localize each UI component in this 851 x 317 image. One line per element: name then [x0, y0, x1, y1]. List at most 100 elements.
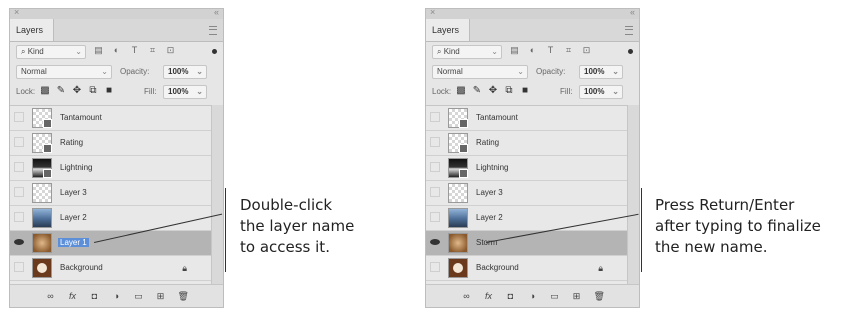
scrollbar[interactable] — [211, 105, 223, 285]
layer-row[interactable]: Rating — [426, 131, 627, 156]
layer-row-selected[interactable]: Layer 1 — [10, 231, 211, 256]
close-icon[interactable]: × — [14, 7, 19, 17]
type-filter-icon[interactable]: T — [130, 45, 139, 55]
close-icon[interactable]: × — [430, 7, 435, 17]
layer-name[interactable]: Lightning — [60, 163, 92, 172]
layer-thumbnail — [448, 158, 468, 178]
lock-artboard-icon[interactable]: ⧉ — [88, 85, 98, 97]
new-layer-icon[interactable]: ⊞ — [572, 291, 582, 301]
visibility-toggle[interactable] — [14, 187, 24, 197]
panel-menu-icon[interactable] — [209, 26, 217, 35]
filter-toggle-icon[interactable] — [212, 49, 217, 54]
lock-artboard-icon[interactable]: ⧉ — [504, 85, 514, 97]
layer-row[interactable]: Background 🔒︎ — [426, 256, 627, 281]
visibility-toggle[interactable] — [430, 162, 440, 172]
lock-move-icon[interactable]: ✥ — [72, 85, 82, 97]
add-mask-icon[interactable]: ◘ — [506, 291, 516, 301]
lock-brush-icon[interactable]: ✎ — [56, 85, 66, 97]
visibility-toggle[interactable] — [430, 187, 440, 197]
layer-row[interactable]: Tantamount — [426, 106, 627, 131]
new-group-icon[interactable]: ▭ — [550, 291, 560, 301]
blend-mode-select[interactable]: Normal ⌄ — [16, 65, 112, 79]
layer-name[interactable]: Lightning — [476, 163, 508, 172]
visibility-toggle[interactable] — [14, 262, 24, 272]
layer-name-edit-field[interactable]: Layer 1 — [58, 238, 89, 247]
tab-layers[interactable]: Layers — [426, 19, 470, 41]
filter-kind-select[interactable]: ⌕ Kind ⌄ — [432, 45, 502, 59]
shape-filter-icon[interactable]: ⌗ — [148, 45, 157, 55]
scrollbar[interactable] — [627, 105, 639, 285]
collapse-icon[interactable]: « — [630, 7, 635, 17]
lock-all-icon[interactable]: ■ — [520, 85, 530, 97]
layer-row[interactable]: Layer 2 — [10, 206, 211, 231]
layer-row[interactable]: Layer 3 — [10, 181, 211, 206]
layer-row[interactable]: Tantamount — [10, 106, 211, 131]
lock-all-icon[interactable]: ■ — [104, 85, 114, 97]
link-layers-icon[interactable]: ∞ — [462, 291, 472, 301]
layer-name[interactable]: Layer 2 — [476, 213, 503, 222]
fill-field[interactable]: 100% ⌄ — [579, 85, 623, 99]
visibility-toggle[interactable] — [430, 262, 440, 272]
layer-name[interactable]: Rating — [60, 138, 83, 147]
visibility-toggle[interactable] — [430, 112, 440, 122]
blend-row: Normal ⌄ Opacity: 100% ⌄ — [426, 62, 639, 82]
layer-name[interactable]: Tantamount — [60, 113, 102, 122]
adjustment-filter-icon[interactable]: ◐ — [112, 45, 121, 55]
trash-icon[interactable]: 🗑︎ — [594, 291, 605, 301]
trash-icon[interactable]: 🗑︎ — [178, 291, 189, 301]
lock-transparency-icon[interactable]: ▩ — [40, 85, 50, 97]
panel-title-bar: × « — [426, 7, 639, 19]
filter-toggle-icon[interactable] — [628, 49, 633, 54]
lock-transparency-icon[interactable]: ▩ — [456, 85, 466, 97]
layer-name[interactable]: Background — [476, 263, 519, 272]
adjustment-layer-icon[interactable]: ◑ — [112, 291, 122, 301]
layer-name[interactable]: Layer 2 — [60, 213, 87, 222]
layer-row[interactable]: Background 🔒︎ — [10, 256, 211, 281]
lock-brush-icon[interactable]: ✎ — [472, 85, 482, 97]
layer-row[interactable]: Lightning — [426, 156, 627, 181]
adjustment-filter-icon[interactable]: ◐ — [528, 45, 537, 55]
link-layers-icon[interactable]: ∞ — [46, 291, 56, 301]
layer-name[interactable]: Background — [60, 263, 103, 272]
visibility-toggle[interactable] — [14, 112, 24, 122]
layer-row[interactable]: Lightning — [10, 156, 211, 181]
shape-filter-icon[interactable]: ⌗ — [564, 45, 573, 55]
pixel-filter-icon[interactable]: ▤ — [510, 45, 519, 55]
visibility-toggle[interactable] — [430, 212, 440, 222]
visibility-toggle[interactable] — [14, 162, 24, 172]
type-filter-icon[interactable]: T — [546, 45, 555, 55]
filter-kind-select[interactable]: ⌕ Kind ⌄ — [16, 45, 86, 59]
layer-thumbnail — [32, 233, 52, 253]
adjustment-layer-icon[interactable]: ◑ — [528, 291, 538, 301]
layer-row[interactable]: Layer 2 — [426, 206, 627, 231]
lock-move-icon[interactable]: ✥ — [488, 85, 498, 97]
eye-icon[interactable] — [430, 237, 440, 247]
layer-row[interactable]: Layer 3 — [426, 181, 627, 206]
layer-row[interactable]: Rating — [10, 131, 211, 156]
layer-name[interactable]: Rating — [476, 138, 499, 147]
layer-thumbnail — [32, 208, 52, 228]
layer-name[interactable]: Tantamount — [476, 113, 518, 122]
add-mask-icon[interactable]: ◘ — [90, 291, 100, 301]
pixel-filter-icon[interactable]: ▤ — [94, 45, 103, 55]
smart-object-filter-icon[interactable]: ⊡ — [166, 45, 175, 55]
visibility-toggle[interactable] — [14, 212, 24, 222]
eye-icon[interactable] — [14, 237, 24, 247]
tab-layers[interactable]: Layers — [10, 19, 54, 41]
opacity-value: 100% — [584, 67, 605, 76]
layer-name[interactable]: Layer 3 — [476, 188, 503, 197]
opacity-field[interactable]: 100% ⌄ — [579, 65, 623, 79]
smart-object-filter-icon[interactable]: ⊡ — [582, 45, 591, 55]
fx-icon[interactable]: fx — [484, 291, 494, 301]
collapse-icon[interactable]: « — [214, 7, 219, 17]
visibility-toggle[interactable] — [430, 137, 440, 147]
new-layer-icon[interactable]: ⊞ — [156, 291, 166, 301]
layer-name[interactable]: Layer 3 — [60, 188, 87, 197]
visibility-toggle[interactable] — [14, 137, 24, 147]
opacity-field[interactable]: 100% ⌄ — [163, 65, 207, 79]
new-group-icon[interactable]: ▭ — [134, 291, 144, 301]
blend-mode-select[interactable]: Normal ⌄ — [432, 65, 528, 79]
fx-icon[interactable]: fx — [68, 291, 78, 301]
panel-menu-icon[interactable] — [625, 26, 633, 35]
fill-field[interactable]: 100% ⌄ — [163, 85, 207, 99]
